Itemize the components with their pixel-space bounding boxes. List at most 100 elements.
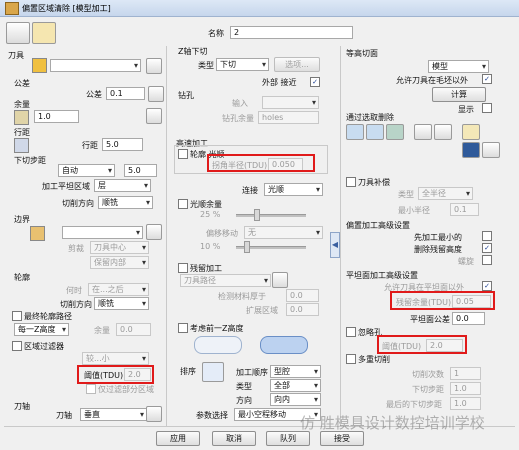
allow-outside-flat-checkbox[interactable]: ✓ [482, 281, 492, 291]
profile-cut-dir-select[interactable]: 顺铣 [94, 297, 149, 310]
multi-cut-checkbox[interactable] [346, 354, 356, 364]
direction-select[interactable]: 向内 [270, 393, 321, 406]
allowance-icon[interactable] [14, 110, 29, 125]
previous-z-left-icon[interactable] [194, 336, 242, 354]
dialog-window: 偏置区域清除 [模型加工] 名称 2 刀具 公差 公差 0.1 余量 1.0 行… [0, 0, 519, 450]
region-filter-select[interactable]: 较...小 [82, 352, 149, 365]
tool-label: 刀具 [8, 51, 24, 60]
sort-icon[interactable] [202, 362, 224, 382]
rest-expand-input[interactable]: 0.0 [286, 303, 319, 316]
select-boundary-icon[interactable] [366, 124, 384, 140]
stepdown-input[interactable]: 5.0 [124, 164, 157, 177]
tolerance-input[interactable]: 0.1 [106, 87, 145, 100]
stepdown-group-label: 下切步距 [14, 156, 46, 165]
flat-tol-label: 平坦面公差 [410, 315, 450, 324]
select-all-icon[interactable] [346, 124, 364, 140]
dice-icon[interactable] [148, 86, 164, 102]
tool-edit-icon[interactable] [146, 58, 162, 74]
tool-axis-select[interactable]: 垂直 [80, 408, 147, 421]
final-profile-allowance-input[interactable]: 0.0 [116, 323, 151, 336]
order-select[interactable]: 型腔 [270, 365, 321, 378]
ignore-holes-checkbox[interactable] [346, 327, 356, 337]
allowance-input[interactable]: 1.0 [34, 110, 79, 123]
stepdown-mode-select[interactable]: 自动 [58, 164, 115, 177]
link-select[interactable]: 光顺 [264, 183, 323, 196]
tolerance-label: 公差 [86, 90, 102, 99]
region-filter-checkbox[interactable] [12, 341, 22, 351]
boundary-icon[interactable] [30, 226, 45, 241]
stepover-input[interactable]: 5.0 [102, 138, 143, 151]
save-icon[interactable] [462, 142, 480, 158]
drill-input-select[interactable] [262, 96, 319, 109]
final-profile-checkbox[interactable] [12, 311, 22, 321]
show-checkbox[interactable] [482, 103, 492, 113]
drill-holes-input[interactable]: holes [258, 111, 319, 124]
previous-z-right-icon[interactable] [260, 336, 308, 354]
outer-approach-checkbox[interactable]: ✓ [310, 77, 320, 87]
previous-z-checkbox[interactable] [178, 323, 188, 333]
undo-icon[interactable] [462, 124, 480, 140]
cancel-button[interactable]: 取消 [212, 431, 256, 446]
contour-mode-select[interactable]: 模型 [428, 60, 489, 73]
smooth-allowance-knob[interactable] [254, 209, 260, 221]
cut-direction-select[interactable]: 顺铣 [98, 196, 153, 209]
z-plunge-group-label: Z轴下切 [178, 47, 208, 56]
remove-slivers-checkbox[interactable]: ✓ [482, 243, 492, 253]
machine-first-label: 先加工最小的 [414, 233, 462, 242]
stepover-icon[interactable] [14, 138, 29, 153]
boundary-keep-select[interactable]: 保留内部 [90, 256, 149, 269]
cut-count-input[interactable]: 1 [450, 367, 481, 380]
tool-icon[interactable] [32, 58, 47, 73]
offset-knob[interactable] [244, 241, 250, 253]
boundary-clip-select[interactable]: 刀具中心 [90, 241, 149, 254]
flat-tol-input[interactable]: 0.0 [452, 312, 485, 325]
strategy-tab-icon[interactable] [32, 22, 56, 44]
flat-allowance-highlight [390, 291, 495, 310]
plunge-type-select[interactable]: 下切 [216, 58, 269, 71]
offset-move-select[interactable]: 无 [244, 226, 323, 239]
collapse-arrow[interactable]: ◀ [330, 232, 340, 258]
name-input[interactable]: 2 [230, 26, 353, 39]
each-z-select[interactable]: 每一Z高度 [14, 323, 69, 336]
boundary-select[interactable] [62, 226, 143, 239]
tool-axis-edit-icon[interactable] [146, 406, 162, 422]
window-title: 偏置区域清除 [模型加工] [22, 4, 111, 13]
type2-select[interactable]: 全部 [270, 379, 321, 392]
plunge-options-button[interactable]: 选项... [274, 57, 320, 72]
comp-type-select[interactable]: 全半径 [418, 187, 473, 200]
allow-outside-checkbox[interactable]: ✓ [482, 74, 492, 84]
refresh-icon[interactable] [434, 124, 452, 140]
profile-when-select[interactable]: 在...之后 [88, 283, 149, 296]
accept-button[interactable]: 接受 [320, 431, 364, 446]
select-remove-label: 通过选取删除 [346, 113, 394, 122]
rest-tool-select[interactable]: 刀具路径 [180, 274, 271, 287]
delete-icon[interactable] [482, 142, 500, 158]
filter-only-checkbox[interactable] [86, 384, 96, 394]
remove-slivers-label: 删除残留高度 [414, 245, 462, 254]
tool-tab-icon[interactable] [6, 22, 30, 44]
max-down-step-input[interactable]: 1.0 [450, 397, 481, 410]
rest-tool-icon[interactable] [272, 272, 288, 288]
spiral-checkbox[interactable] [482, 255, 492, 265]
smooth-allowance-slider[interactable] [236, 214, 306, 217]
machine-first-checkbox[interactable] [482, 231, 492, 241]
rest-thicker-input[interactable]: 0.0 [286, 289, 319, 302]
calculate-button[interactable]: 计算 [432, 87, 486, 102]
select-model-icon[interactable] [386, 124, 404, 140]
boundary-edit-icon[interactable] [146, 224, 162, 240]
stepover-label: 行距 [82, 141, 98, 150]
allowance-options-icon[interactable] [146, 108, 162, 124]
flat-area-select[interactable]: 层 [94, 179, 151, 192]
queue-button[interactable]: 队列 [266, 431, 310, 446]
rest-expand-label: 扩展区域 [246, 306, 278, 315]
deselect-icon[interactable] [414, 124, 432, 140]
tool-comp-checkbox[interactable] [346, 177, 356, 187]
comp-min-radius-input[interactable]: 0.1 [450, 203, 479, 216]
down-step-label: 下切步距 [412, 385, 444, 394]
down-step-input[interactable]: 1.0 [450, 382, 481, 395]
smooth-allowance-checkbox[interactable] [178, 199, 188, 209]
smoothing-checkbox[interactable] [178, 149, 188, 159]
rest-checkbox[interactable] [178, 263, 188, 273]
apply-button[interactable]: 应用 [156, 431, 200, 446]
tool-select[interactable] [50, 59, 141, 72]
